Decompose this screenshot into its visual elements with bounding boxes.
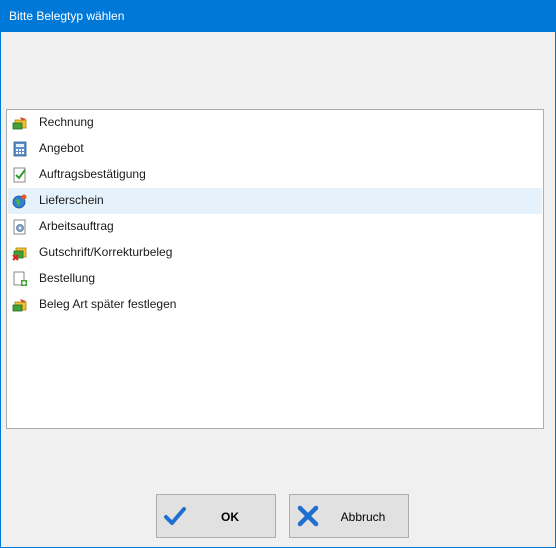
list-item-auftragsbestaetigung[interactable]: Auftragsbestätigung (8, 162, 542, 188)
cancel-button-label: Abbruch (340, 510, 386, 524)
gear-document-icon (13, 219, 26, 235)
ok-button-label: OK (221, 510, 239, 524)
window-title: Bitte Belegtyp wählen (9, 9, 125, 23)
list-item-arbeitsauftrag[interactable]: Arbeitsauftrag (8, 214, 542, 240)
title-bar[interactable]: Bitte Belegtyp wählen (0, 0, 556, 32)
list-item-beleg-art-spaeter[interactable]: Beleg Art später festlegen (8, 292, 542, 318)
list-item-angebot[interactable]: Angebot (8, 136, 542, 162)
list-item-label: Angebot (39, 141, 84, 155)
list-item-label: Gutschrift/Korrekturbeleg (39, 245, 173, 259)
list-item-label: Rechnung (39, 115, 94, 129)
list-item-label: Beleg Art später festlegen (39, 297, 177, 311)
credit-note-icon (12, 247, 27, 261)
globe-delivery-icon (12, 194, 27, 209)
list-item-gutschrift[interactable]: Gutschrift/Korrekturbeleg (8, 240, 542, 266)
list-item-lieferschein[interactable]: Lieferschein (8, 188, 542, 214)
list-item-bestellung[interactable]: Bestellung (8, 266, 542, 292)
cancel-button[interactable]: Abbruch (289, 494, 409, 538)
list-item-rechnung[interactable]: Rechnung (8, 110, 542, 136)
list-item-label: Bestellung (39, 271, 96, 285)
add-document-icon (13, 271, 27, 286)
invoice-icon (12, 299, 27, 312)
ok-button[interactable]: OK (156, 494, 276, 538)
list-item-label: Auftragsbestätigung (39, 167, 146, 181)
checkmark-document-icon (13, 167, 26, 183)
document-type-list[interactable]: Rechnung Angebot Auftragsbestätigung Lie… (6, 109, 544, 429)
list-item-label: Arbeitsauftrag (39, 219, 114, 233)
dialog-body: Rechnung Angebot Auftragsbestätigung Lie… (1, 32, 555, 547)
calculator-icon (13, 141, 27, 157)
dialog-window: Bitte Belegtyp wählen Rechnung Angebot A… (0, 0, 556, 548)
invoice-icon (12, 117, 27, 130)
list-item-label: Lieferschein (39, 193, 104, 207)
